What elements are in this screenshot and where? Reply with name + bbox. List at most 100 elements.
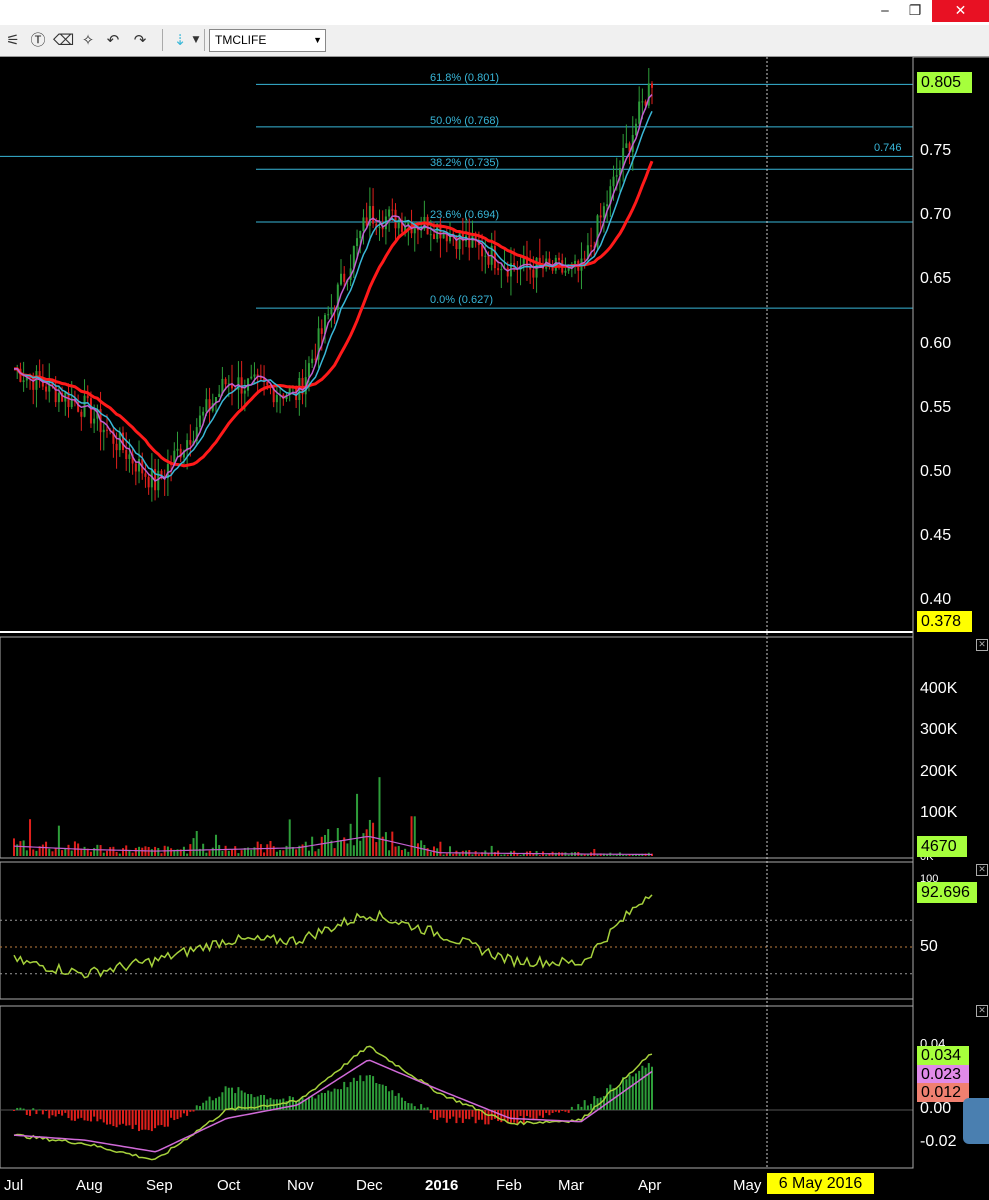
candle-body	[189, 440, 192, 445]
macd-histogram-bar	[192, 1110, 195, 1112]
volume-bar	[400, 850, 403, 856]
macd-histogram-bar	[484, 1110, 487, 1125]
volume-bar	[122, 848, 125, 856]
macd-histogram-bar	[625, 1079, 628, 1110]
macd-histogram-bar	[231, 1087, 234, 1110]
macd-histogram-bar	[54, 1110, 57, 1117]
macd-histogram-bar	[651, 1066, 653, 1110]
month-label-sep: Sep	[146, 1177, 173, 1194]
volume-bar	[115, 851, 118, 856]
candle-body	[590, 245, 593, 247]
crosshair-icon[interactable]: ⚟	[3, 30, 23, 50]
volume-bar	[279, 850, 282, 856]
macd-histogram-bar	[131, 1110, 134, 1129]
macd-histogram-bar	[548, 1110, 551, 1116]
candle-body	[243, 390, 246, 394]
volume-bar	[221, 850, 224, 856]
candle-body	[564, 270, 567, 273]
volume-panel-close-icon[interactable]: ✕	[976, 639, 988, 651]
candle-body	[638, 101, 641, 124]
clear-icon[interactable]: ✧	[78, 30, 98, 50]
candle-body	[615, 175, 618, 177]
symbol-select[interactable]: TMCLIFE ▼	[209, 29, 326, 52]
redo-icon[interactable]: ↷	[130, 30, 150, 50]
macd-histogram-bar	[173, 1110, 176, 1121]
macd-histogram-bar	[154, 1110, 157, 1129]
macd-histogram-bar	[445, 1110, 448, 1123]
volume-bar	[625, 855, 628, 856]
macd-histogram-bar	[343, 1081, 346, 1110]
macd-histogram-bar	[38, 1109, 41, 1111]
volume-bar	[596, 854, 599, 856]
macd-histogram-bar	[413, 1106, 416, 1110]
volume-bar	[214, 834, 217, 856]
remote-support-icon[interactable]	[963, 1098, 989, 1144]
fib-label-500: 50.0% (0.768)	[430, 115, 500, 127]
eraser-icon[interactable]: ⌫	[53, 30, 74, 50]
chart-toolbar: ⚟ Ⓣ ⌫ ✧ ↶ ↷ ⇣ ▼ TMCLIFE ▼	[0, 25, 989, 57]
rsi-panel-close-icon[interactable]: ✕	[976, 864, 988, 876]
macd-histogram-bar	[32, 1108, 35, 1110]
volume-bar	[545, 854, 548, 856]
volume-bar	[522, 853, 525, 856]
volume-bar	[192, 838, 195, 856]
volume-bar	[195, 831, 198, 856]
month-label-dec: Dec	[356, 1177, 383, 1194]
volume-bar	[29, 819, 32, 856]
undo-icon[interactable]: ↶	[103, 30, 123, 50]
volume-bar	[506, 854, 509, 856]
fib-label-382: 38.2% (0.735)	[430, 157, 500, 169]
stock-chart[interactable]	[0, 57, 989, 1200]
macd-histogram-bar	[202, 1102, 205, 1110]
macd-histogram-bar	[35, 1110, 38, 1115]
macd-histogram-bar	[519, 1110, 522, 1116]
macd-histogram-bar	[400, 1097, 403, 1110]
macd-histogram-bar	[99, 1110, 102, 1120]
volume-bar	[388, 850, 391, 856]
candle-body	[89, 398, 92, 424]
macd-histogram-bar	[29, 1110, 32, 1116]
macd-histogram-bar	[259, 1094, 262, 1110]
macd-histogram-bar	[583, 1100, 586, 1110]
candle-body	[115, 443, 118, 451]
macd-histogram-bar	[420, 1104, 423, 1110]
macd-histogram-bar	[455, 1110, 458, 1124]
candle-body	[125, 450, 128, 459]
volume-bar	[416, 843, 419, 856]
candle-body	[35, 371, 38, 390]
volume-bar	[394, 846, 397, 856]
macd-histogram-bar	[423, 1107, 426, 1110]
volume-bar	[311, 836, 314, 856]
macd-histogram-bar	[86, 1110, 89, 1121]
macd-histogram-bar	[112, 1110, 115, 1127]
volume-panel-border	[0, 636, 914, 859]
text-tool-icon[interactable]: Ⓣ	[28, 30, 48, 50]
macd-panel-close-icon[interactable]: ✕	[976, 1005, 988, 1017]
volume-bar	[567, 854, 570, 856]
macd-histogram-bar	[426, 1107, 429, 1110]
candle-body	[45, 386, 48, 392]
macd-histogram-bar	[372, 1076, 375, 1110]
chevron-down-icon[interactable]: ▼	[186, 30, 206, 50]
macd-histogram-bar	[288, 1096, 291, 1110]
restore-button[interactable]: ❐	[902, 0, 928, 22]
signal-value-label: 0.023	[917, 1065, 969, 1084]
macd-histogram-bar	[122, 1110, 125, 1124]
macd-tick-000: 0.00	[920, 1100, 952, 1117]
candle-body	[176, 448, 179, 451]
volume-bar	[282, 850, 285, 856]
macd-histogram-bar	[529, 1110, 532, 1118]
macd-histogram-bar	[538, 1110, 541, 1116]
macd-histogram-bar	[22, 1108, 25, 1110]
minimize-button[interactable]: ‒	[874, 0, 896, 22]
macd-histogram-bar	[628, 1074, 631, 1110]
macd-histogram-bar	[93, 1110, 96, 1117]
macd-histogram-bar	[301, 1097, 304, 1110]
macd-histogram-bar	[118, 1110, 121, 1125]
macd-histogram-bar	[397, 1093, 400, 1110]
volume-bar	[105, 850, 108, 856]
candle-body	[362, 217, 365, 231]
price-tick-055: 0.55	[920, 399, 952, 416]
close-button[interactable]: ✕	[932, 0, 989, 22]
volume-bar	[500, 854, 503, 856]
